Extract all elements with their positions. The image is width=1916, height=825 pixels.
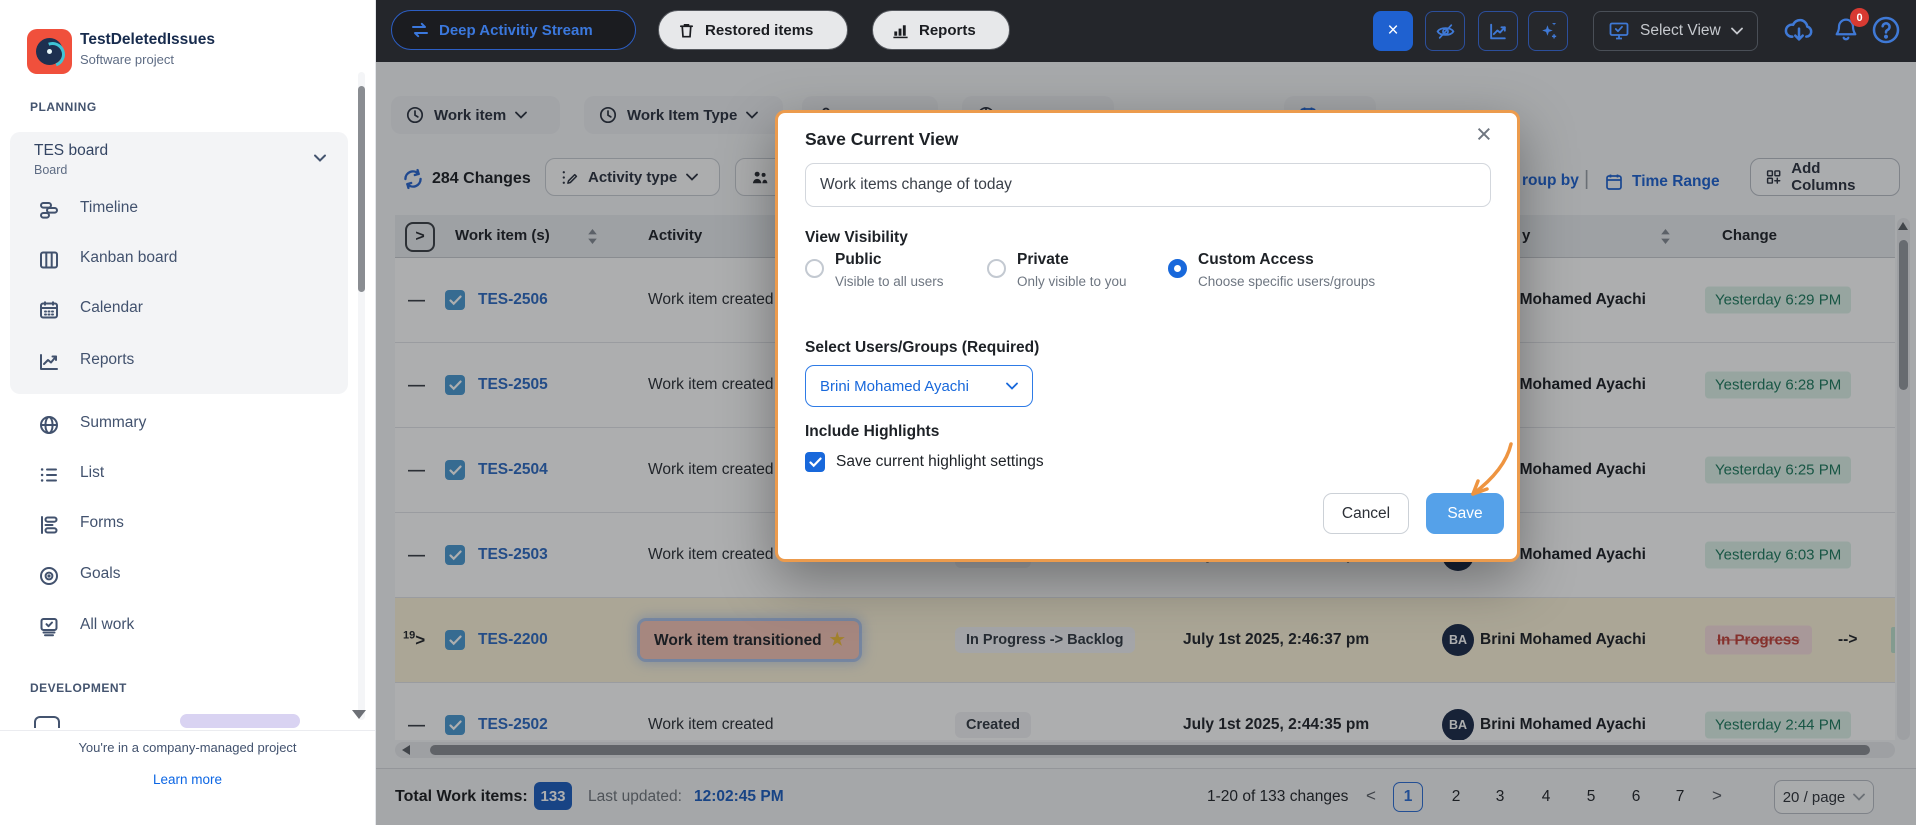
sidebar-item-label: Kanban board [80, 249, 177, 267]
select-view-label: Select View [1640, 22, 1721, 40]
radio-public-label: Public [835, 251, 882, 269]
radio-public[interactable] [805, 259, 824, 278]
sidebar-item-goals[interactable]: Goals [10, 554, 348, 598]
cancel-label: Cancel [1342, 505, 1390, 523]
section-planning: PLANNING [30, 100, 97, 114]
close-icon[interactable]: × [1476, 119, 1492, 150]
sidebar-divider [0, 730, 375, 731]
sidebar-item-forms[interactable]: Forms [10, 503, 348, 547]
checkbox-label: Save current highlight settings [836, 453, 1044, 471]
sidebar-item-kanban[interactable]: Kanban board [10, 238, 348, 282]
sidebar-item-label: Reports [80, 351, 134, 369]
chevron-down-icon[interactable] [312, 150, 328, 166]
radio-private-label: Private [1017, 251, 1069, 269]
monitor-check-icon [1608, 21, 1630, 41]
reports-icon [38, 351, 60, 373]
target-icon [38, 565, 60, 587]
board-subtitle: Board [34, 163, 67, 177]
calendar-icon [38, 299, 60, 321]
visibility-label: View Visibility [805, 229, 908, 247]
help-button[interactable] [1870, 14, 1904, 48]
hide-button[interactable] [1425, 11, 1465, 51]
sidebar-item-reports[interactable]: Reports [10, 340, 348, 384]
sidebar-item-calendar[interactable]: Calendar [10, 288, 348, 332]
cancel-button[interactable]: Cancel [1323, 493, 1409, 534]
vinyl-disc-icon [36, 38, 63, 65]
trend-line-icon [1488, 21, 1509, 42]
button-label: Restored items [705, 22, 813, 39]
sidebar-item-label: Calendar [80, 299, 143, 317]
sidebar-item-label: All work [80, 616, 134, 634]
sidebar-item-timeline[interactable]: Timeline [10, 188, 348, 232]
button-label: Deep Activitiy Stream [439, 22, 593, 39]
deep-activity-stream-button[interactable]: Deep Activitiy Stream [391, 10, 636, 50]
radio-custom-desc: Choose specific users/groups [1198, 274, 1375, 289]
trend-chart-button[interactable] [1478, 11, 1518, 51]
radio-private[interactable] [987, 259, 1006, 278]
sidebar-item-list[interactable]: List [10, 453, 348, 497]
select-view-dropdown[interactable]: Select View [1593, 11, 1758, 51]
notifications-button[interactable]: 0 [1832, 14, 1862, 48]
restored-items-button[interactable]: Restored items [658, 10, 848, 50]
reports-button[interactable]: Reports [872, 10, 1010, 50]
eye-off-icon [1435, 21, 1456, 42]
radio-private-desc: Only visible to you [1017, 274, 1127, 289]
scroll-down-arrow-icon[interactable] [352, 710, 366, 719]
view-name-input[interactable] [805, 163, 1491, 207]
sidebar-item-label: Summary [80, 414, 146, 432]
sidebar-item-label: Forms [80, 514, 124, 532]
project-type: Software project [80, 52, 174, 67]
project-logo [27, 29, 72, 74]
radio-custom-label: Custom Access [1198, 251, 1314, 269]
trash-icon [677, 21, 696, 40]
users-groups-label: Select Users/Groups (Required) [805, 339, 1039, 357]
radio-public-desc: Visible to all users [835, 274, 944, 289]
ai-sparkles-button[interactable] [1528, 11, 1568, 51]
learn-more-link[interactable]: Learn more [0, 772, 375, 787]
sidebar-item-summary[interactable]: Summary [10, 403, 348, 447]
sidebar-scrollbar-thumb[interactable] [358, 86, 365, 292]
bar-chart-icon [891, 21, 910, 40]
board-group: TES board Board Timeline Kanban board Ca… [10, 132, 348, 394]
section-development: DEVELOPMENT [30, 681, 127, 695]
save-label: Save [1447, 505, 1482, 523]
partial-item-icon [34, 716, 60, 728]
sidebar-item-label: List [80, 464, 104, 482]
sidebar: TestDeletedIssues Software project PLANN… [0, 0, 376, 825]
radio-custom-access[interactable] [1168, 259, 1187, 278]
forms-icon [38, 514, 60, 536]
timeline-icon [38, 199, 60, 221]
button-label: Reports [919, 22, 976, 39]
managed-project-note: You're in a company-managed project [0, 740, 375, 755]
project-name: TestDeletedIssues [80, 31, 215, 49]
sidebar-item-label: Goals [80, 565, 121, 583]
kanban-icon [38, 249, 60, 271]
users-groups-value: Brini Mohamed Ayachi [820, 378, 969, 395]
users-groups-dropdown[interactable]: Brini Mohamed Ayachi [805, 365, 1033, 407]
chevron-down-icon [1731, 27, 1743, 35]
highlight-settings-checkbox[interactable] [805, 452, 825, 472]
chevron-down-icon [1006, 382, 1018, 390]
cloud-download-button[interactable] [1782, 14, 1816, 48]
all-work-icon [38, 616, 60, 638]
save-view-modal: Save Current View × View Visibility Publ… [775, 110, 1520, 562]
include-highlights-label: Include Highlights [805, 423, 939, 441]
sidebar-item-label: Timeline [80, 199, 138, 217]
main-area: Deep Activitiy Stream Restored items Rep… [376, 0, 1916, 825]
list-icon [38, 464, 60, 486]
notification-badge: 0 [1850, 8, 1869, 27]
sparkles-icon [1538, 21, 1559, 42]
close-panel-button[interactable]: × [1373, 11, 1413, 51]
partial-item-badge [180, 714, 300, 728]
sidebar-item-all-work[interactable]: All work [10, 605, 348, 649]
swap-arrows-icon [410, 20, 430, 40]
modal-title: Save Current View [805, 129, 958, 150]
globe-icon [38, 414, 60, 436]
board-name[interactable]: TES board [34, 142, 108, 160]
close-icon: × [1387, 20, 1398, 42]
annotation-arrow [1461, 436, 1525, 506]
